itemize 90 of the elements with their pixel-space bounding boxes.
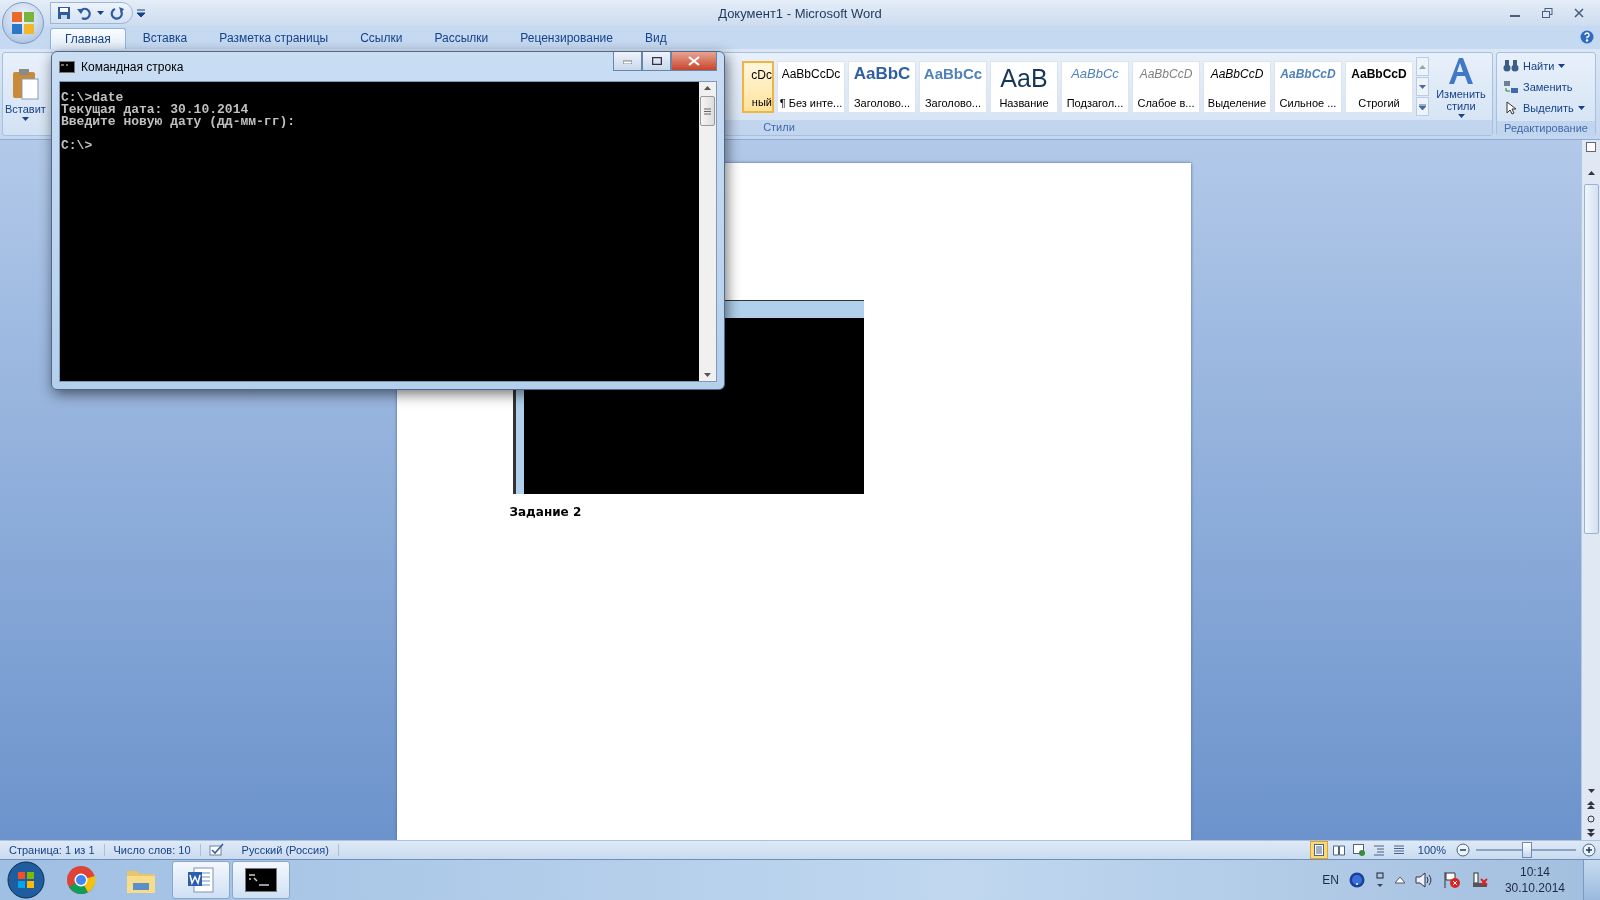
- caret-icon: [21, 117, 29, 121]
- undo-icon[interactable]: [77, 6, 91, 20]
- gallery-more-button[interactable]: [1416, 97, 1429, 116]
- console-icon: [59, 60, 75, 73]
- minimize-icon: [623, 58, 632, 64]
- edit-command-button[interactable]: Найти: [1503, 57, 1585, 75]
- style-option[interactable]: AaBbCcDc ¶ Без инте...: [777, 60, 845, 113]
- caret-icon: [97, 11, 104, 15]
- help-icon[interactable]: [1348, 872, 1365, 888]
- ribbon-tab[interactable]: Ссылки: [345, 27, 418, 49]
- style-option[interactable]: AaBbC Заголово...: [848, 60, 916, 113]
- up-arrow-icon: [1419, 64, 1426, 69]
- edit-command-button[interactable]: Заменить: [1503, 78, 1585, 96]
- style-option[interactable]: AaB Название: [990, 60, 1058, 113]
- outline-icon: [1372, 844, 1385, 856]
- style-option[interactable]: AaBbCcD Слабое в...: [1132, 60, 1200, 113]
- more-icon: [1419, 103, 1426, 110]
- word-icon: [186, 865, 216, 895]
- previous-page-icon[interactable]: [1587, 801, 1595, 809]
- vertical-scrollbar[interactable]: [1581, 140, 1600, 840]
- clipboard-icon: [10, 67, 41, 101]
- ribbon-tab[interactable]: Рассылки: [419, 27, 504, 49]
- style-option[interactable]: AaBbCcD Сильное ...: [1274, 60, 1342, 113]
- word-count[interactable]: Число слов: 10: [104, 844, 201, 856]
- page-count[interactable]: Страница: 1 из 1: [0, 844, 105, 856]
- window-title: Командная строка: [81, 59, 184, 74]
- office-logo-icon: [11, 11, 35, 35]
- ruler-toggle-icon[interactable]: [1586, 142, 1596, 152]
- network-icon[interactable]: [1470, 871, 1489, 889]
- style-option[interactable]: AaBbCc Подзагол...: [1061, 60, 1129, 113]
- zoom-out-icon[interactable]: [1456, 843, 1470, 857]
- gallery-down-button[interactable]: [1416, 77, 1429, 96]
- taskbar-button[interactable]: [172, 861, 230, 899]
- language-indicator[interactable]: Русский (Россия): [232, 844, 339, 856]
- style-option[interactable]: AaBbCcD Строгий: [1345, 60, 1413, 113]
- next-page-icon[interactable]: [1587, 829, 1595, 837]
- zoom-in-icon[interactable]: [1582, 843, 1596, 857]
- taskbar-button[interactable]: [232, 861, 290, 899]
- style-option[interactable]: cDc ный: [742, 60, 774, 113]
- scroll-thumb[interactable]: [1583, 184, 1599, 534]
- document-heading: Задание 2: [509, 505, 583, 519]
- style-option[interactable]: AaBbCcD Выделение: [1203, 60, 1271, 113]
- browse-object-icon[interactable]: [1587, 815, 1595, 823]
- binoculars-icon: [1503, 59, 1519, 73]
- chrome-icon: [66, 865, 96, 895]
- vertical-scrollbar[interactable]: [699, 82, 716, 381]
- ribbon-tab[interactable]: Вид: [629, 27, 682, 49]
- restore-icon: [1541, 8, 1553, 18]
- close-button[interactable]: [671, 52, 717, 71]
- start-button[interactable]: [7, 861, 45, 899]
- view-icon: [1392, 844, 1405, 856]
- pointer-icon: [1503, 101, 1519, 115]
- ribbon-tab[interactable]: Главная: [50, 28, 126, 49]
- redo-icon[interactable]: [110, 6, 124, 20]
- clock[interactable]: 10:14 30.10.2014: [1504, 864, 1565, 896]
- caret-icon: [1419, 84, 1426, 89]
- maximize-icon: [651, 57, 662, 65]
- view-button[interactable]: [1309, 841, 1328, 859]
- caret-icon: [1587, 789, 1595, 793]
- flag-icon[interactable]: [1442, 871, 1461, 889]
- change-styles-button[interactable]: Изменить стили: [1432, 55, 1490, 118]
- spellcheck-icon[interactable]: [208, 842, 225, 856]
- help-icon[interactable]: [1580, 30, 1594, 44]
- window-title: Документ1 - Microsoft Word: [718, 5, 882, 21]
- show-hidden-icons[interactable]: [1394, 876, 1405, 884]
- grip-icon: [704, 107, 711, 115]
- edit-command-button[interactable]: Выделить: [1503, 99, 1585, 117]
- save-icon[interactable]: [57, 6, 71, 20]
- scroll-thumb[interactable]: [700, 96, 715, 126]
- ribbon-tab[interactable]: Рецензирование: [505, 27, 628, 49]
- maximize-button[interactable]: [642, 52, 671, 71]
- speaker-icon[interactable]: [1414, 872, 1433, 888]
- replace-icon: [1503, 80, 1519, 94]
- book-icon: [1332, 844, 1345, 856]
- close-icon: [1574, 8, 1584, 18]
- group-label: Редактирование: [1497, 121, 1595, 136]
- zoom-thumb[interactable]: [1522, 842, 1532, 858]
- scroll-up-icon[interactable]: [1587, 171, 1595, 175]
- ribbon-tab[interactable]: Вставка: [127, 27, 203, 49]
- customize-caret-icon[interactable]: [137, 9, 145, 17]
- zoom-level[interactable]: 100%: [1417, 844, 1446, 856]
- caret-icon: [1457, 113, 1465, 118]
- console-icon: [245, 868, 277, 892]
- ribbon-tab[interactable]: Разметка страницы: [204, 27, 344, 49]
- web-page-icon: [1352, 844, 1365, 856]
- close-icon: [688, 56, 700, 66]
- input-language[interactable]: EN: [1322, 873, 1339, 887]
- page-icon: [1312, 844, 1325, 856]
- windows-icon[interactable]: [1374, 872, 1385, 888]
- style-option[interactable]: AaBbCc Заголово...: [919, 60, 987, 113]
